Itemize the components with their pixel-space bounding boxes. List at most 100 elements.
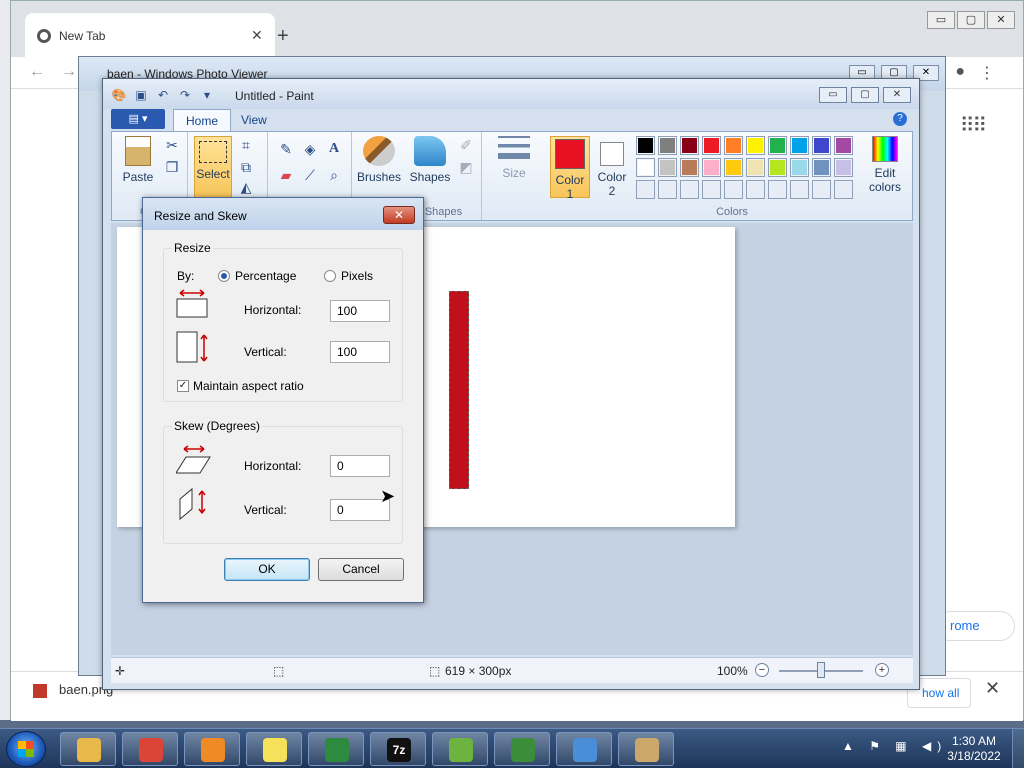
pencil-icon[interactable]: ✎: [276, 140, 296, 158]
clock[interactable]: 1:30 AM 3/18/2022: [944, 734, 1004, 764]
crop-icon[interactable]: ⌗: [236, 136, 256, 154]
new-tab-button[interactable]: +: [277, 25, 289, 48]
selected-red-shape[interactable]: [449, 291, 469, 489]
shapes-button[interactable]: Shapes: [408, 136, 452, 184]
customize-chrome-chip[interactable]: rome: [935, 611, 1015, 641]
palette-swatch[interactable]: [702, 158, 721, 177]
palette-swatch[interactable]: [812, 158, 831, 177]
palette-swatch[interactable]: [702, 136, 721, 155]
palette-swatch[interactable]: [658, 158, 677, 177]
palette-swatch[interactable]: [680, 136, 699, 155]
select-button[interactable]: Select: [194, 136, 232, 198]
paint-file-menu-button[interactable]: ▤ ▾: [111, 109, 165, 129]
taskbar-sticky-notes[interactable]: [246, 732, 302, 766]
copy-icon[interactable]: ❐: [162, 158, 182, 176]
undo-icon[interactable]: ↶: [155, 87, 171, 103]
color-picker-icon[interactable]: ⟋: [300, 166, 320, 184]
palette-swatch[interactable]: [834, 136, 853, 155]
magnifier-icon[interactable]: ⌕: [324, 166, 344, 184]
minimize-button[interactable]: ▭: [819, 87, 847, 103]
paste-button[interactable]: Paste: [118, 136, 158, 184]
palette-swatch[interactable]: [746, 158, 765, 177]
brushes-button[interactable]: Brushes: [356, 136, 402, 184]
palette-empty-swatch[interactable]: [636, 180, 655, 199]
resize-horizontal-input[interactable]: 100: [330, 300, 390, 322]
palette-swatch[interactable]: [636, 136, 655, 155]
fill-icon[interactable]: ◈: [300, 140, 320, 158]
color1-button[interactable]: Color 1: [550, 136, 590, 201]
palette-swatch[interactable]: [812, 136, 831, 155]
palette-swatch[interactable]: [724, 136, 743, 155]
maintain-aspect-checkbox[interactable]: ✓ Maintain aspect ratio: [177, 379, 304, 393]
help-icon[interactable]: ?: [893, 112, 907, 126]
taskbar-explorer[interactable]: [60, 732, 116, 766]
ok-button[interactable]: OK: [224, 558, 310, 581]
redo-icon[interactable]: ↷: [177, 87, 193, 103]
text-icon[interactable]: A: [324, 140, 344, 158]
resize-vertical-input[interactable]: 100: [330, 341, 390, 363]
palette-swatch[interactable]: [680, 158, 699, 177]
percentage-radio[interactable]: Percentage: [218, 269, 296, 283]
palette-swatch[interactable]: [724, 158, 743, 177]
tab-view[interactable]: View: [229, 109, 279, 131]
resize-icon[interactable]: ⧉: [236, 158, 256, 176]
cut-icon[interactable]: ✂: [162, 136, 182, 154]
dialog-close-button[interactable]: ✕: [383, 206, 415, 224]
palette-swatch-fill: [748, 138, 763, 153]
taskbar-photo-viewer[interactable]: [556, 732, 612, 766]
palette-swatch[interactable]: [768, 136, 787, 155]
taskbar-gecko[interactable]: [494, 732, 550, 766]
start-button[interactable]: [6, 731, 46, 767]
tab-home[interactable]: Home: [173, 109, 232, 131]
taskbar-notepad-plus[interactable]: [432, 732, 488, 766]
palette-empty-swatch[interactable]: [768, 180, 787, 199]
palette-empty-swatch[interactable]: [790, 180, 809, 199]
zoom-slider-thumb[interactable]: [817, 662, 825, 678]
back-arrow-icon[interactable]: ←: [29, 63, 45, 81]
skew-horizontal-input[interactable]: 0: [330, 455, 390, 477]
taskbar-media-player[interactable]: [184, 732, 240, 766]
close-downloads-bar-icon[interactable]: ✕: [985, 678, 1000, 699]
close-button[interactable]: ✕: [883, 87, 911, 103]
maximize-button[interactable]: ▢: [851, 87, 879, 103]
palette-swatch[interactable]: [790, 158, 809, 177]
maximize-button[interactable]: ▢: [957, 11, 985, 29]
palette-swatch[interactable]: [746, 136, 765, 155]
customize-qat-icon[interactable]: ▾: [199, 87, 215, 103]
palette-empty-swatch[interactable]: [724, 180, 743, 199]
close-tab-icon[interactable]: ✕: [251, 27, 263, 44]
palette-empty-swatch[interactable]: [680, 180, 699, 199]
show-desktop-button[interactable]: [1012, 729, 1024, 768]
cancel-button[interactable]: Cancel: [318, 558, 404, 581]
edit-colors-button[interactable]: Edit colors: [860, 136, 910, 194]
close-button[interactable]: ✕: [987, 11, 1015, 29]
palette-swatch[interactable]: [768, 158, 787, 177]
palette-swatch[interactable]: [834, 158, 853, 177]
rotate-icon[interactable]: ◭: [236, 178, 256, 196]
zoom-out-button[interactable]: −: [755, 663, 769, 677]
palette-swatch[interactable]: [790, 136, 809, 155]
palette-empty-swatch[interactable]: [746, 180, 765, 199]
pixels-radio[interactable]: Pixels: [324, 269, 373, 283]
taskbar-paint[interactable]: [618, 732, 674, 766]
taskbar-chrome[interactable]: [122, 732, 178, 766]
system-tray-icons[interactable]: ▲ ⚑ ▦ ◀): [842, 739, 947, 753]
taskbar-7zip[interactable]: 7z: [370, 732, 426, 766]
color2-button[interactable]: Color 2: [594, 136, 630, 198]
palette-empty-swatch[interactable]: [658, 180, 677, 199]
palette-empty-swatch[interactable]: [702, 180, 721, 199]
eraser-icon[interactable]: ▰: [276, 166, 296, 184]
palette-swatch[interactable]: [636, 158, 655, 177]
minimize-button[interactable]: ▭: [927, 11, 955, 29]
apps-grid-icon[interactable]: ⠿⠿: [960, 113, 987, 138]
zoom-in-button[interactable]: +: [875, 663, 889, 677]
taskbar-task-manager[interactable]: [308, 732, 364, 766]
forward-arrow-icon[interactable]: →: [61, 63, 77, 81]
palette-empty-swatch[interactable]: [834, 180, 853, 199]
palette-swatch[interactable]: [658, 136, 677, 155]
chrome-tab-new-tab[interactable]: New Tab ✕: [25, 13, 275, 57]
palette-empty-swatch[interactable]: [812, 180, 831, 199]
menu-kebab-icon[interactable]: ⋮: [979, 63, 995, 83]
save-icon[interactable]: ▣: [133, 87, 149, 103]
profile-icon[interactable]: ●: [955, 63, 965, 81]
